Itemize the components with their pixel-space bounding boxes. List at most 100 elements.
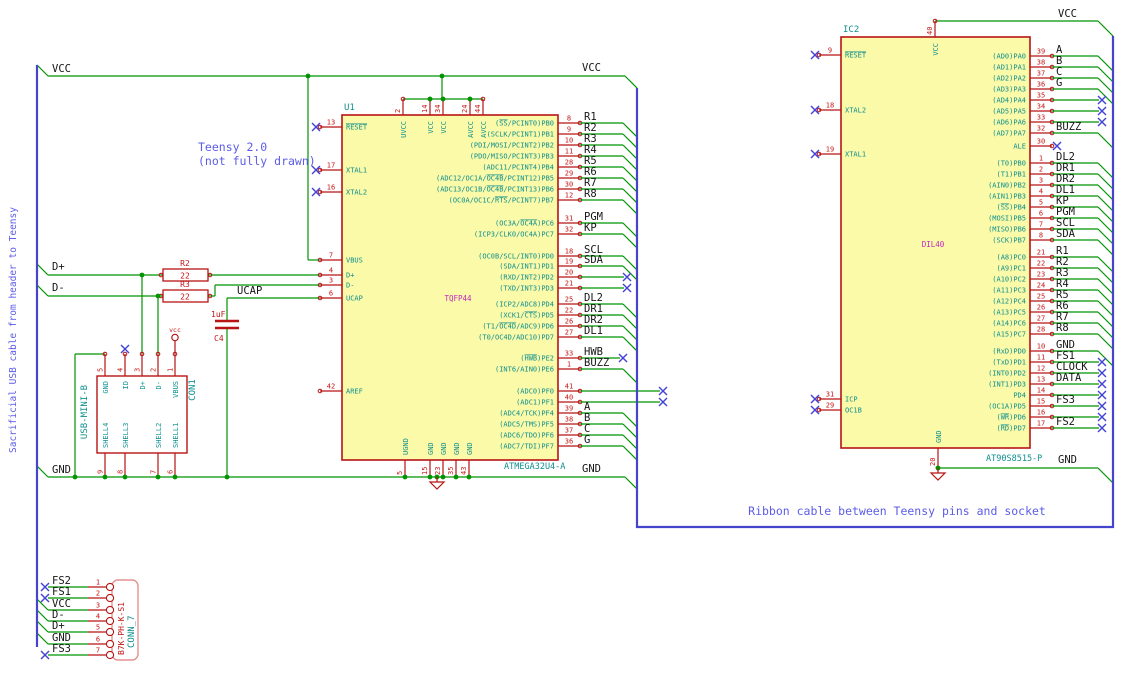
bus-entry	[622, 233, 638, 249]
pin-number: 8	[117, 470, 125, 474]
pin-name: (ADC0)PF0	[516, 388, 554, 396]
pin-number: 5	[97, 368, 105, 372]
pin-end	[105, 582, 115, 592]
component-ref: R3	[180, 280, 190, 289]
pin-number: 17	[327, 162, 335, 170]
junction-dot	[305, 73, 311, 79]
net-label: D+	[52, 261, 65, 273]
pin-name: (ADC4/TCK)PF4	[499, 410, 554, 418]
pin-number: 24	[461, 105, 469, 113]
pin-number: 8	[1039, 232, 1043, 240]
pin-name: (XCK1/CTS)PD5	[499, 312, 554, 320]
pin-number: 10	[565, 137, 573, 145]
bus-entry	[622, 177, 638, 193]
pin-name: GND	[440, 442, 448, 455]
schematic-canvas: U1ATMEGA32U4-ATQFP4413RESET17XTAL116XTAL…	[8, 8, 1115, 661]
pin-number: 40	[926, 27, 934, 35]
pin-number: 2	[1039, 166, 1043, 174]
pin-number: 5	[1039, 199, 1043, 207]
pin-name: (A12)PC4	[992, 298, 1026, 306]
pin-end	[105, 605, 115, 615]
pin-name: VCC	[932, 43, 940, 56]
pin-number: 6	[167, 470, 175, 474]
pin-name: VCC	[427, 121, 435, 134]
pin-name: (OC1A)PD5	[988, 403, 1026, 411]
pin-name: (TxD)PD1	[992, 359, 1026, 367]
pin-number: 27	[1037, 315, 1045, 323]
net-label: FS3	[1056, 394, 1075, 406]
pin-number: 3	[1039, 177, 1043, 185]
pin-number: 39	[1037, 48, 1045, 56]
pin-name: D+	[139, 381, 147, 389]
wire	[36, 64, 49, 77]
pin-name: (INT6/AIN0)PE6	[495, 366, 554, 374]
net-label: FS1	[52, 586, 71, 598]
bus-entry	[622, 314, 638, 330]
component-ref: CON1	[188, 379, 198, 401]
pin-name: (WR)PD6	[996, 414, 1026, 422]
pin-number: 35	[1037, 92, 1045, 100]
pin-number: 20	[565, 269, 573, 277]
pin-name: (SCLK/PCINT1)PB1	[487, 131, 554, 139]
pin-number: 26	[565, 318, 573, 326]
pin-number: 25	[1037, 293, 1045, 301]
pin-number: 5	[96, 624, 100, 632]
pin-number: 18	[565, 248, 573, 256]
pin-name: GND	[102, 381, 110, 394]
pin-number: 10	[1037, 343, 1045, 351]
pin-name: (AD6)PA6	[992, 119, 1026, 127]
junction-dot	[139, 272, 145, 278]
pin-name: (ADC11/PCINT4)PB4	[482, 164, 554, 172]
pin-number: 22	[1037, 260, 1045, 268]
pin-name: (A15)PC7	[992, 331, 1026, 339]
pin-number: 8	[567, 115, 571, 123]
pin-name: (SCK)PB7	[992, 237, 1026, 245]
pin-number: 13	[1037, 376, 1045, 384]
pin-name: (RxD)PD0	[992, 348, 1026, 356]
pin-number: 20	[929, 458, 937, 466]
net-label: VCC	[1058, 8, 1077, 20]
pin-name: (RXD/INT2)PD2	[499, 274, 554, 282]
net-label: R8	[1056, 322, 1069, 334]
pin-number: 18	[826, 102, 834, 110]
pin-number: 1	[1039, 155, 1043, 163]
wire	[624, 75, 638, 89]
pin-name: (A11)PC3	[992, 287, 1026, 295]
note-teensy: Teensy 2.0	[198, 140, 267, 154]
junction-dot	[224, 474, 230, 480]
component-part: ATMEGA32U4-A	[504, 462, 565, 472]
component-package: DIL40	[922, 240, 945, 249]
pin-name: GND	[427, 442, 435, 455]
pin-end	[105, 627, 115, 637]
pin-name: UGND	[402, 438, 410, 455]
pin-end	[105, 639, 115, 649]
component-ref: CONN_7	[127, 615, 137, 648]
bus-entry	[622, 368, 638, 384]
pin-number: 9	[567, 126, 571, 134]
vcc-symbol-icon	[171, 333, 179, 342]
junction-dot	[427, 474, 433, 480]
pin-number: 11	[565, 148, 573, 156]
component-value: 1uF	[211, 310, 226, 319]
pin-name: (INT1)PD3	[988, 381, 1026, 389]
junction-dot	[466, 474, 472, 480]
wire	[36, 284, 49, 297]
bus-entry	[622, 303, 638, 319]
junction-dot	[402, 474, 408, 480]
pin-name: (MOSI)PB5	[988, 215, 1026, 223]
pin-number: 30	[1037, 138, 1045, 146]
pin-name: (T1/OC4D/ADC9)PD6	[482, 323, 554, 331]
pin-number: 2	[96, 590, 100, 598]
wire	[36, 263, 49, 276]
pin-name: (ADC5/TMS)PF5	[499, 421, 554, 429]
pin-name: RESET	[346, 124, 368, 132]
pin-name: (OC3A/OC4A)PC6	[495, 220, 554, 228]
pin-number: 37	[1037, 70, 1045, 78]
pin-number: 35	[447, 467, 455, 475]
pin-name: AVCC	[467, 121, 475, 138]
net-label: GND	[52, 464, 71, 476]
pin-number: 38	[1037, 59, 1045, 67]
junction-dot	[72, 474, 78, 480]
net-label: VCC	[52, 63, 71, 75]
pin-name: (HWB)PE2	[520, 355, 554, 363]
